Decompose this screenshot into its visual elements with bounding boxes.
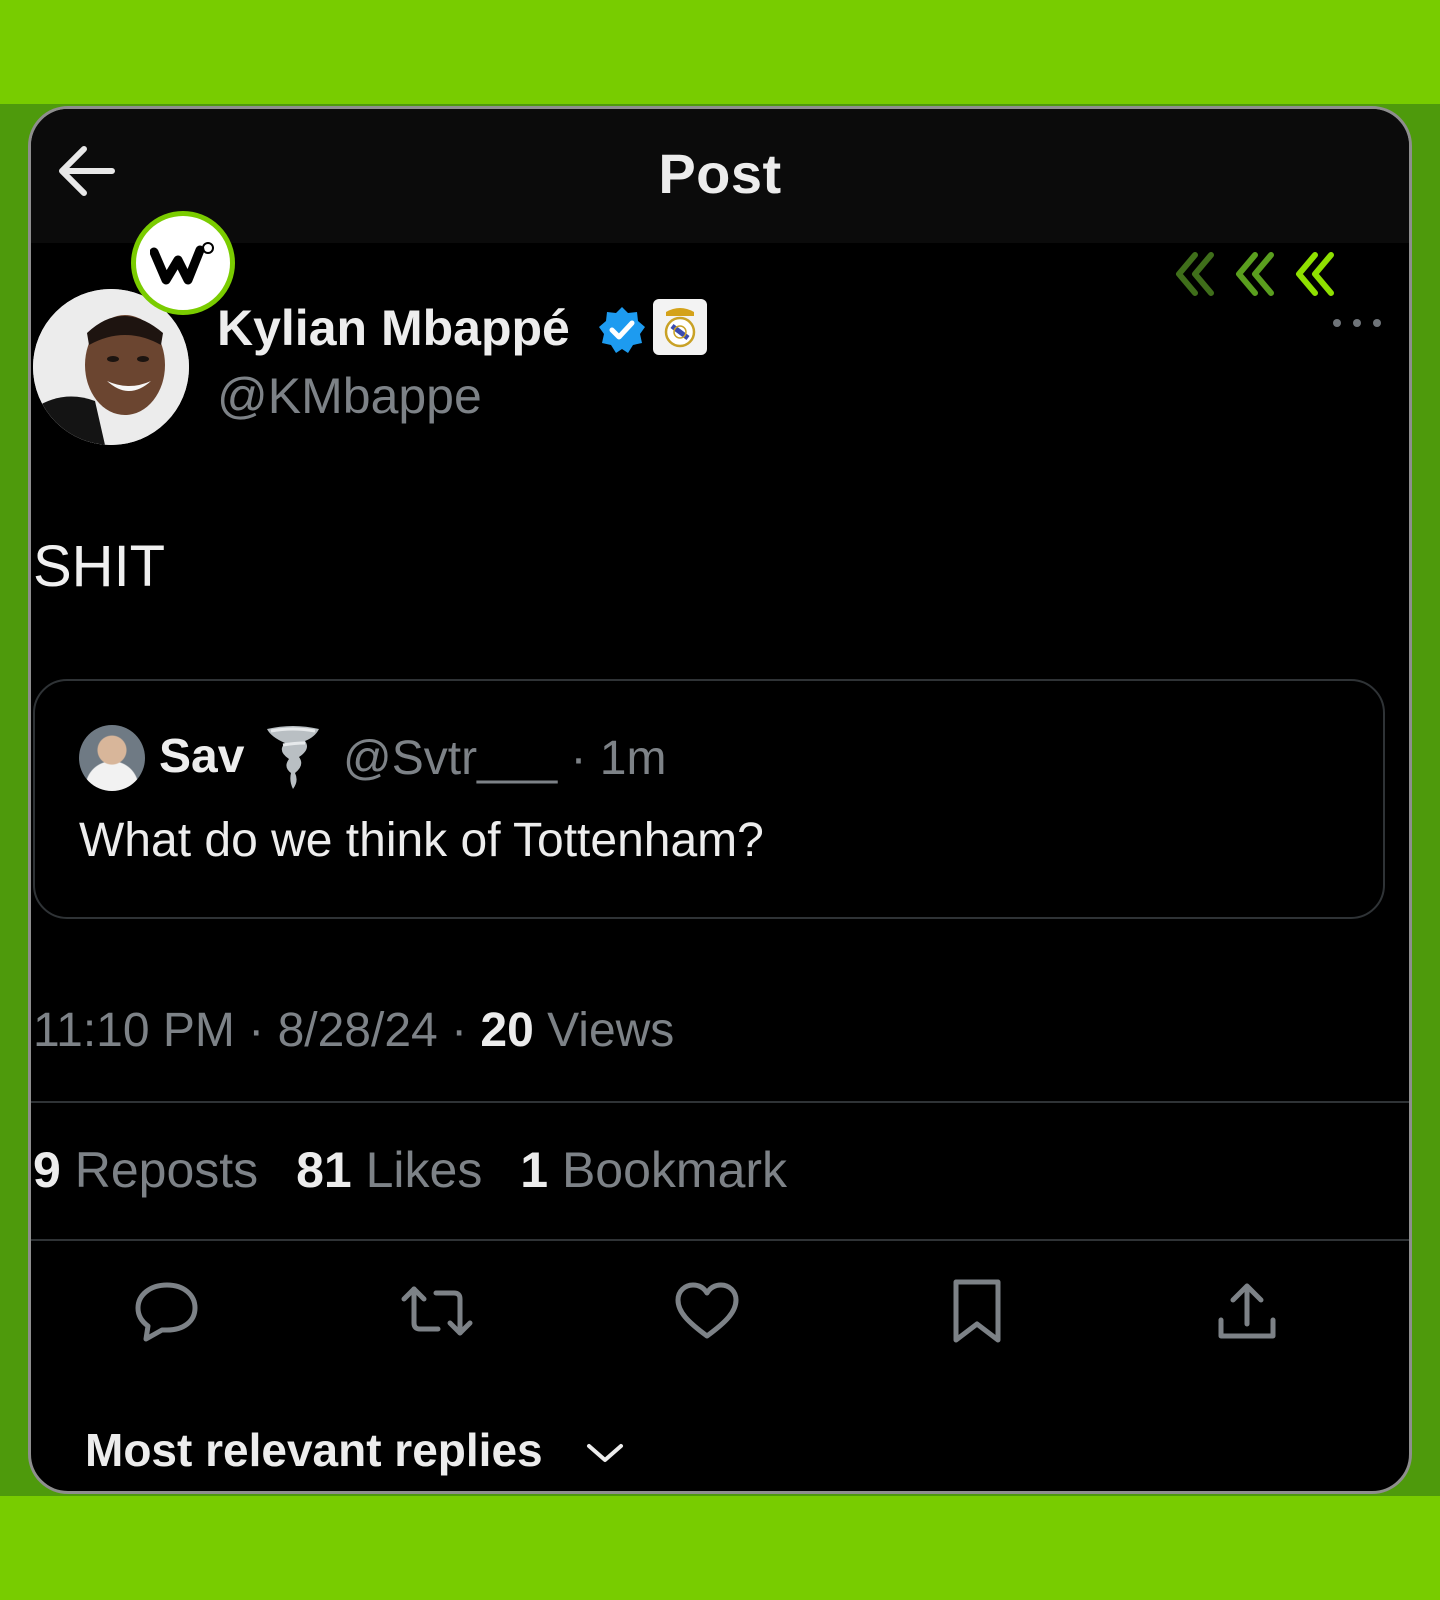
reposts-label: Reposts — [74, 1142, 259, 1198]
quote-text: What do we think of Tottenham? — [79, 814, 764, 867]
likes-label: Likes — [365, 1142, 483, 1198]
bottom-band — [0, 1496, 1440, 1600]
like-button[interactable] — [667, 1271, 747, 1351]
repost-icon — [401, 1286, 473, 1336]
bookmark-icon — [953, 1279, 1001, 1343]
divider — [31, 1101, 1409, 1103]
top-bar: Post — [31, 109, 1409, 243]
author-name[interactable]: Kylian Mbappé — [217, 299, 570, 357]
author-handle[interactable]: @KMbappe — [217, 367, 482, 425]
replies-sort-label: Most relevant replies — [85, 1424, 543, 1476]
divider — [31, 1239, 1409, 1241]
meta-separator: · — [248, 1004, 278, 1057]
author-photo — [33, 289, 189, 445]
quote-avatar[interactable] — [79, 725, 145, 791]
views-count[interactable]: 20 — [480, 1004, 533, 1057]
likes-stat[interactable]: 81 Likes — [296, 1142, 482, 1198]
page-title: Post — [658, 142, 782, 205]
author-avatar[interactable] — [33, 289, 189, 445]
like-icon — [675, 1282, 739, 1339]
brand-logo-icon — [150, 242, 214, 285]
engagement-stats: 9 Reposts 81 Likes 1 Bookmark — [33, 1141, 811, 1199]
reply-button[interactable] — [127, 1271, 207, 1351]
top-band — [0, 0, 1440, 104]
verified-badge-icon — [599, 307, 645, 353]
club-crest-icon — [664, 308, 696, 348]
post-text: SHIT — [33, 534, 166, 599]
quoted-post[interactable]: Sav @Svtr___ · 1m What do we think of To… — [33, 679, 1385, 919]
action-bar — [31, 1271, 1409, 1351]
reply-icon — [135, 1282, 198, 1342]
tornado-emoji-icon — [267, 726, 319, 789]
chevron-down-icon — [587, 1443, 624, 1462]
bookmarks-count: 1 — [520, 1142, 549, 1198]
post-meta: 11:10 PM · 8/28/24 · 20 Views — [33, 1003, 674, 1058]
club-badge — [653, 299, 707, 355]
replies-sort-dropdown[interactable]: Most relevant replies — [85, 1423, 625, 1477]
bookmarks-label: Bookmark — [561, 1142, 788, 1198]
bookmarks-stat[interactable]: 1 Bookmark — [520, 1142, 787, 1198]
meta-separator: · — [451, 1004, 481, 1057]
more-icon[interactable] — [1329, 313, 1385, 333]
quote-handle-time: @Svtr___ · 1m — [343, 732, 667, 785]
reposts-stat[interactable]: 9 Reposts — [33, 1142, 258, 1198]
repost-button[interactable] — [397, 1271, 477, 1351]
reposts-count: 9 — [33, 1142, 61, 1198]
share-icon — [1218, 1283, 1276, 1339]
quote-author-name: Sav — [159, 730, 245, 783]
post-screen: Post Kylian Mbappé @KMbappe SHIT Sav @Sv… — [28, 106, 1412, 1494]
share-button[interactable] — [1207, 1271, 1287, 1351]
likes-count: 81 — [296, 1142, 352, 1198]
post-date: 8/28/24 — [277, 1004, 438, 1057]
views-label: Views — [547, 1004, 675, 1057]
chevrons-icon — [1176, 252, 1334, 296]
bookmark-button[interactable] — [937, 1271, 1017, 1351]
post-time: 11:10 PM — [33, 1004, 235, 1057]
